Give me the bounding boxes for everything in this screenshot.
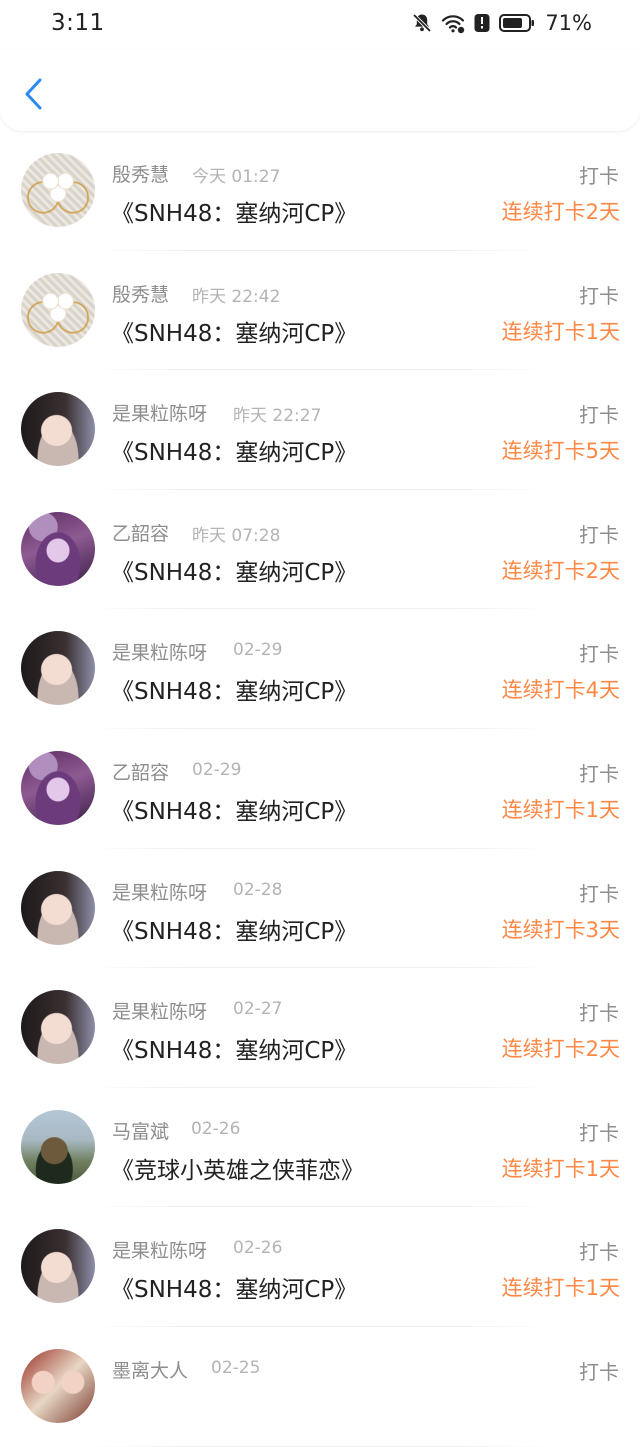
streak-label: 连续打卡2天 <box>501 200 620 224</box>
user-name[interactable]: 是果粒陈呀 <box>112 878 207 905</box>
post-time: 02-26 <box>191 1118 241 1139</box>
streak-label: 连续打卡3天 <box>501 917 620 942</box>
user-name[interactable]: 是果粒陈呀 <box>112 638 207 665</box>
checkin-label: 打卡 <box>579 522 619 547</box>
post-time: 昨天 22:27 <box>233 406 322 427</box>
checkin-title: 《SNH48：塞纳河CP》 <box>111 679 358 706</box>
list-item[interactable]: 乙韶容 昨天 07:28 《SNH48：塞纳河CP》 打卡连续打卡2天 <box>0 490 640 610</box>
streak-label: 连续打卡1天 <box>501 319 620 344</box>
avatar[interactable] <box>21 990 95 1065</box>
avatar[interactable] <box>21 631 95 706</box>
avatar[interactable] <box>21 1109 95 1184</box>
list-item[interactable]: 马富斌 02-26 《竞球小英雄之侠菲恋》 打卡连续打卡1天 <box>0 1088 640 1208</box>
user-name[interactable]: 殷秀慧 <box>112 160 169 187</box>
streak-label: 连续打卡4天 <box>501 678 620 703</box>
streak-label: 连续打卡2天 <box>501 1037 620 1062</box>
list-item[interactable]: 殷秀慧 昨天 22:42 《SNH48：塞纳河CP》 打卡连续打卡1天 <box>0 251 640 371</box>
nav-bar <box>0 50 640 131</box>
status-icons: 71% <box>411 11 592 35</box>
checkin-title: 《竞球小英雄之侠菲恋》 <box>111 1157 364 1184</box>
user-name[interactable]: 乙韶容 <box>112 758 169 785</box>
post-time: 今天 01:27 <box>192 167 281 187</box>
checkin-title: 《SNH48：塞纳河CP》 <box>111 918 358 945</box>
list-item[interactable]: 是果粒陈呀 02-28 《SNH48：塞纳河CP》 打卡连续打卡3天 <box>0 849 640 969</box>
avatar[interactable] <box>21 870 95 945</box>
avatar[interactable] <box>21 511 95 586</box>
avatar[interactable] <box>21 153 95 227</box>
checkin-label: 打卡 <box>579 1120 619 1145</box>
back-button[interactable] <box>18 76 50 116</box>
streak-label: 连续打卡1天 <box>501 1276 620 1301</box>
battery-saver-icon <box>473 12 491 34</box>
avatar[interactable] <box>21 1229 95 1304</box>
user-name[interactable]: 是果粒陈呀 <box>112 997 207 1024</box>
checkin-label: 打卡 <box>579 1240 619 1265</box>
checkin-title: 《SNH48：塞纳河CP》 <box>111 201 358 227</box>
post-time: 02-29 <box>233 640 283 661</box>
user-name[interactable]: 是果粒陈呀 <box>112 399 207 426</box>
checkin-title: 《SNH48：塞纳河CP》 <box>111 559 358 586</box>
checkin-label: 打卡 <box>579 1359 619 1384</box>
status-time: 3:11 <box>51 10 105 36</box>
checkin-title: 《SNH48：塞纳河CP》 <box>111 798 358 825</box>
list-item[interactable]: 是果粒陈呀 02-26 《SNH48：塞纳河CP》 打卡连续打卡1天 <box>0 1207 640 1327</box>
user-name[interactable]: 殷秀慧 <box>112 280 169 307</box>
checkin-title: 《SNH48：塞纳河CP》 <box>111 320 358 347</box>
list-item[interactable]: 是果粒陈呀 02-27 《SNH48：塞纳河CP》 打卡连续打卡2天 <box>0 968 640 1088</box>
post-time: 02-29 <box>192 759 242 780</box>
avatar[interactable] <box>21 1348 95 1423</box>
checkin-label: 打卡 <box>579 1001 619 1026</box>
avatar[interactable] <box>21 750 95 825</box>
avatar[interactable] <box>21 272 95 347</box>
user-name[interactable]: 马富斌 <box>112 1117 169 1144</box>
post-time: 02-25 <box>211 1357 261 1378</box>
checkin-label: 打卡 <box>579 881 619 906</box>
chevron-left-icon <box>24 77 44 115</box>
post-time: 02-26 <box>233 1238 283 1259</box>
status-bar: 3:11 71% <box>0 0 640 50</box>
checkin-list: 殷秀慧 今天 01:27 《SNH48：塞纳河CP》 打卡 连续打卡2天 殷秀慧 昨天 22… <box>0 131 640 1447</box>
checkin-title: 《SNH48：塞纳河CP》 <box>111 1038 358 1065</box>
avatar[interactable] <box>21 392 95 467</box>
user-name[interactable]: 是果粒陈呀 <box>112 1236 207 1263</box>
battery-icon <box>499 13 535 33</box>
battery-percent: 71% <box>545 11 592 35</box>
user-name[interactable]: 墨离大人 <box>112 1356 188 1383</box>
bell-muted-icon <box>411 12 433 34</box>
checkin-label: 打卡 <box>579 642 619 667</box>
checkin-label: 打卡 <box>579 283 619 308</box>
streak-label: 连续打卡1天 <box>501 1156 620 1181</box>
streak-label: 连续打卡1天 <box>501 797 620 822</box>
list-item[interactable]: 是果粒陈呀 02-29 《SNH48：塞纳河CP》 打卡连续打卡4天 <box>0 609 640 729</box>
checkin-title: 《SNH48：塞纳河CP》 <box>111 1277 358 1304</box>
post-time: 昨天 07:28 <box>192 525 281 546</box>
list-item[interactable]: 殷秀慧 今天 01:27 《SNH48：塞纳河CP》 打卡连续打卡2天 <box>0 131 640 251</box>
streak-label: 连续打卡2天 <box>501 558 620 583</box>
list-item[interactable]: 乙韶容 02-29 《SNH48：塞纳河CP》 打卡连续打卡1天 <box>0 729 640 849</box>
post-time: 02-27 <box>233 999 283 1020</box>
checkin-label: 打卡 <box>579 403 619 428</box>
list-item[interactable]: 是果粒陈呀 昨天 22:27 《SNH48：塞纳河CP》 打卡连续打卡5天 <box>0 370 640 490</box>
post-time: 昨天 22:42 <box>192 286 281 307</box>
wifi-icon <box>441 12 465 34</box>
checkin-label: 打卡 <box>579 164 619 188</box>
post-time: 02-28 <box>233 879 283 900</box>
checkin-label: 打卡 <box>579 761 619 786</box>
streak-label: 连续打卡5天 <box>501 439 620 464</box>
checkin-title: 《SNH48：塞纳河CP》 <box>111 440 358 467</box>
user-name[interactable]: 乙韶容 <box>112 519 169 546</box>
